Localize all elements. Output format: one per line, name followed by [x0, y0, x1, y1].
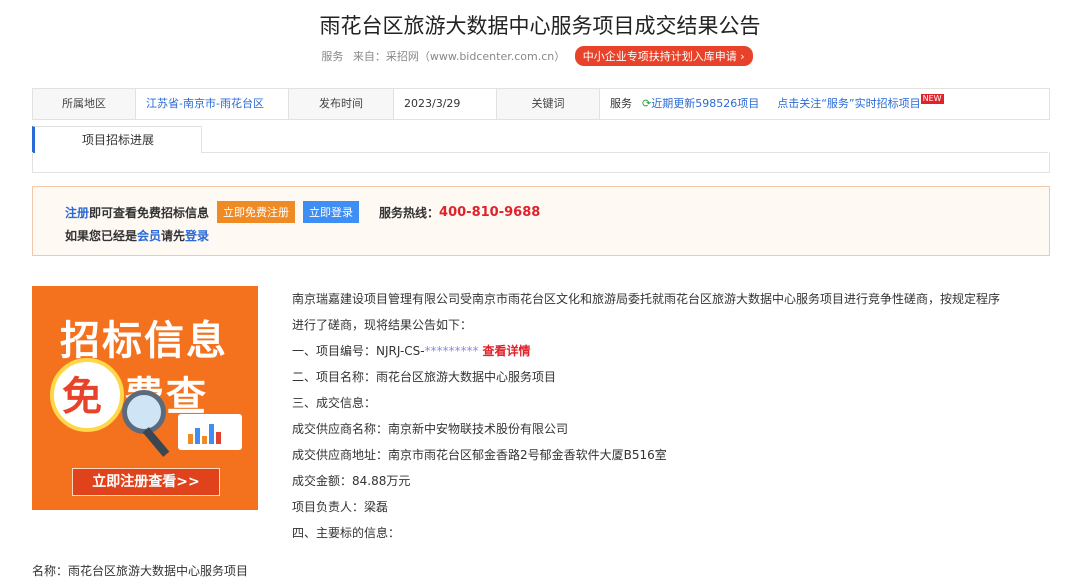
login-notice: 注册 即可查看免费招标信息 立即免费注册 立即登录 服务热线： 400-810-…: [32, 186, 1050, 256]
supplier-address: 成交供应商地址：南京市雨花台区郁金香路2号郁金香软件大厦B516室: [292, 448, 667, 462]
hotline-label: 服务热线：: [379, 205, 440, 220]
refresh-icon: ⟳: [642, 97, 652, 110]
register-link[interactable]: 注册: [65, 204, 89, 221]
info-table: 所属地区 江苏省-南京市-雨花台区 发布时间 2023/3/29 关键词 服务 …: [32, 88, 1050, 120]
new-badge: NEW: [920, 94, 944, 104]
chart-icon: [178, 414, 242, 450]
keyword-label: 关键词: [497, 89, 600, 119]
notice-line2-a: 如果您已经是: [65, 229, 138, 243]
follow-link[interactable]: 点击关注“服务”实时招标项目: [777, 89, 920, 119]
meta-line: 服务 来自：采招网（www.bidcenter.com.cn） 中小企业专项扶持…: [0, 46, 1080, 66]
deal-info: 三、成交信息：: [292, 396, 377, 410]
page-title: 雨花台区旅游大数据中心服务项目成交结果公告: [319, 14, 761, 38]
masked-number: *********: [424, 344, 479, 358]
notice-line1: 注册 即可查看免费招标信息 立即免费注册 立即登录 服务热线： 400-810-…: [65, 201, 540, 223]
notice-line2: 如果您已经是会员请先登录: [65, 227, 209, 244]
magnifier-handle: [142, 427, 170, 457]
refresh-link[interactable]: 近期更新598526项目: [651, 89, 759, 119]
keyword-value[interactable]: 服务: [610, 89, 632, 119]
project-manager: 项目负责人：梁磊: [292, 500, 389, 514]
member-link[interactable]: 会员: [137, 229, 161, 243]
tab-bid-progress[interactable]: 项目招标进展: [32, 126, 202, 153]
supplier-name: 成交供应商名称：南京新中安物联技术股份有限公司: [292, 422, 569, 436]
free-register-button[interactable]: 立即免费注册: [217, 201, 296, 223]
ad-free-char: 免: [62, 374, 102, 420]
login-button[interactable]: 立即登录: [303, 201, 360, 223]
announcement-body: 南京瑞嘉建设项目管理有限公司受南京市雨花台区文化和旅游局委托就雨花台区旅游大数据…: [292, 290, 1062, 550]
keyword-area: 服务 ⟳ 近期更新598526项目 点击关注“服务”实时招标项目 NEW: [600, 89, 1049, 119]
region-link[interactable]: 江苏省-南京市-雨花台区: [136, 89, 289, 119]
project-name: 二、项目名称：雨花台区旅游大数据中心服务项目: [292, 370, 557, 384]
tab-bar: 项目招标进展: [32, 126, 1048, 153]
free-bid-info-ad[interactable]: 招标信息 免 费查 立即注册查看>>: [32, 286, 258, 510]
date-label: 发布时间: [289, 89, 394, 119]
promo-button[interactable]: 中小企业专项扶持计划入库申请 ›: [574, 46, 753, 66]
notice-text: 即可查看免费招标信息: [89, 205, 210, 220]
main-subject-info: 四、主要标的信息：: [292, 526, 401, 540]
magnifier-icon: [122, 390, 166, 434]
date-value: 2023/3/29: [394, 89, 497, 119]
notice-line2-b: 请先: [161, 229, 186, 243]
tab-content: [32, 152, 1050, 173]
subject-name: 名称：雨花台区旅游大数据中心服务项目: [32, 564, 249, 578]
meta-category: 服务: [321, 50, 344, 63]
view-details-link[interactable]: 查看详情: [482, 344, 530, 358]
meta-source[interactable]: 来自：采招网（www.bidcenter.com.cn）: [353, 50, 565, 63]
deal-amount: 成交金额：84.88万元: [292, 474, 411, 488]
region-label: 所属地区: [33, 89, 136, 119]
project-number-text: 一、项目编号：NJRJ-CS-: [292, 344, 425, 358]
ad-register-button[interactable]: 立即注册查看>>: [72, 468, 220, 496]
body-para1b: 进行了磋商，现将结果公告如下：: [292, 318, 473, 332]
project-number: 一、项目编号：NJRJ-CS-********* 查看详情: [292, 342, 1062, 368]
login-link[interactable]: 登录: [185, 229, 209, 243]
hotline-number: 400-810-9688: [439, 204, 541, 220]
body-para1: 南京瑞嘉建设项目管理有限公司受南京市雨花台区文化和旅游局委托就雨花台区旅游大数据…: [292, 292, 1001, 306]
